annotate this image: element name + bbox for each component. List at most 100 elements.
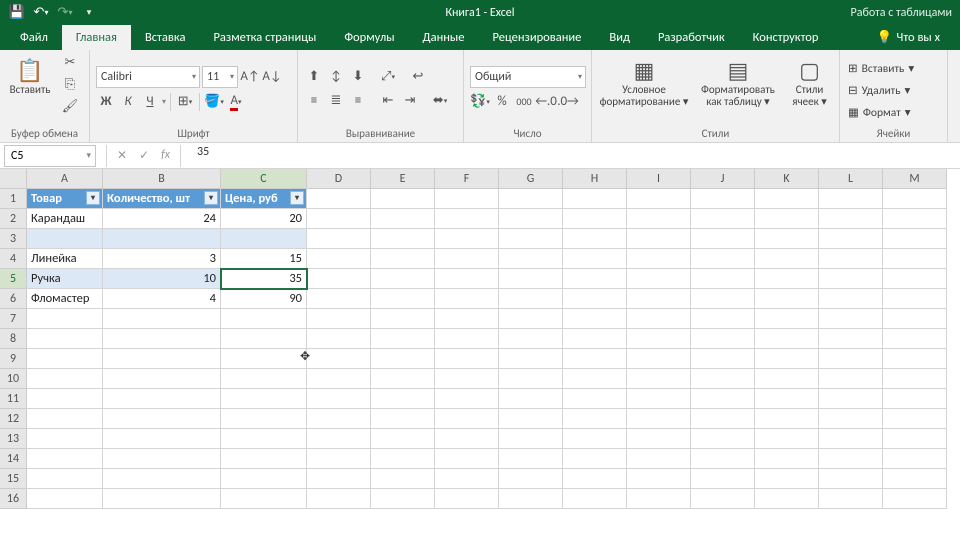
cell-H12[interactable] <box>563 409 627 429</box>
cell-D14[interactable] <box>307 449 371 469</box>
cell-J14[interactable] <box>691 449 755 469</box>
cell-B10[interactable] <box>103 369 221 389</box>
align-left-icon[interactable]: ≡ <box>304 91 324 111</box>
orientation-icon[interactable]: ⤢▾ <box>378 67 398 87</box>
cell-B12[interactable] <box>103 409 221 429</box>
cell-G3[interactable] <box>499 229 563 249</box>
align-bottom-icon[interactable]: ⬇ <box>348 67 368 87</box>
bold-button[interactable]: Ж <box>96 92 116 112</box>
cell-F15[interactable] <box>435 469 499 489</box>
cell-F9[interactable] <box>435 349 499 369</box>
cell-G12[interactable] <box>499 409 563 429</box>
cell-B8[interactable] <box>103 329 221 349</box>
cell-J1[interactable] <box>691 189 755 209</box>
cell-G7[interactable] <box>499 309 563 329</box>
cell-A2[interactable]: Карандаш <box>27 209 103 229</box>
cell-G10[interactable] <box>499 369 563 389</box>
row-header-16[interactable]: 16 <box>0 489 27 509</box>
cell-C6[interactable]: 90 <box>221 289 307 309</box>
align-center-icon[interactable]: ≣ <box>326 91 346 111</box>
cell-M7[interactable] <box>883 309 947 329</box>
cell-D3[interactable] <box>307 229 371 249</box>
cell-I8[interactable] <box>627 329 691 349</box>
cell-J7[interactable] <box>691 309 755 329</box>
cell-K13[interactable] <box>755 429 819 449</box>
row-header-15[interactable]: 15 <box>0 469 27 489</box>
cell-A8[interactable] <box>27 329 103 349</box>
row-header-11[interactable]: 11 <box>0 389 27 409</box>
spreadsheet-grid[interactable]: ABCDEFGHIJKLM 12345678910111213141516 То… <box>0 169 960 540</box>
tab-page-layout[interactable]: Разметка страницы <box>199 25 330 50</box>
tab-design[interactable]: Конструктор <box>739 25 833 50</box>
cell-G6[interactable] <box>499 289 563 309</box>
tab-view[interactable]: Вид <box>595 25 644 50</box>
cell-E11[interactable] <box>371 389 435 409</box>
cell-E9[interactable] <box>371 349 435 369</box>
row-header-9[interactable]: 9 <box>0 349 27 369</box>
cell-C10[interactable] <box>221 369 307 389</box>
format-cells-button[interactable]: ▦Формат ▾ <box>846 103 913 123</box>
cell-F3[interactable] <box>435 229 499 249</box>
cell-J6[interactable] <box>691 289 755 309</box>
filter-dropdown-icon[interactable]: ▾ <box>86 191 100 205</box>
cell-J9[interactable] <box>691 349 755 369</box>
decrease-decimal-icon[interactable]: .0→ <box>558 92 578 112</box>
cell-E7[interactable] <box>371 309 435 329</box>
undo-icon[interactable]: ↶▾ <box>30 2 52 24</box>
font-name-select[interactable]: Calibri <box>96 66 200 88</box>
cell-F8[interactable] <box>435 329 499 349</box>
col-header-F[interactable]: F <box>435 169 499 189</box>
tab-developer[interactable]: Разработчик <box>644 25 739 50</box>
cell-B3[interactable] <box>103 229 221 249</box>
cell-H8[interactable] <box>563 329 627 349</box>
cell-E16[interactable] <box>371 489 435 509</box>
cell-F14[interactable] <box>435 449 499 469</box>
cell-K15[interactable] <box>755 469 819 489</box>
comma-icon[interactable]: 000 <box>514 92 534 112</box>
cell-I16[interactable] <box>627 489 691 509</box>
cell-A13[interactable] <box>27 429 103 449</box>
row-header-13[interactable]: 13 <box>0 429 27 449</box>
cell-I10[interactable] <box>627 369 691 389</box>
cancel-icon[interactable]: ✕ <box>117 148 127 163</box>
paste-button[interactable]: 📋 Вставить <box>6 52 54 100</box>
cell-H1[interactable] <box>563 189 627 209</box>
row-header-4[interactable]: 4 <box>0 249 27 269</box>
save-icon[interactable]: 💾 <box>6 2 28 24</box>
cell-E2[interactable] <box>371 209 435 229</box>
cell-D1[interactable] <box>307 189 371 209</box>
col-header-J[interactable]: J <box>691 169 755 189</box>
cell-E6[interactable] <box>371 289 435 309</box>
cell-E5[interactable] <box>371 269 435 289</box>
cell-E8[interactable] <box>371 329 435 349</box>
cell-J8[interactable] <box>691 329 755 349</box>
conditional-formatting-button[interactable]: ▦ Условное форматирование ▾ <box>598 52 690 112</box>
increase-decimal-icon[interactable]: ←.0 <box>536 92 556 112</box>
cell-L1[interactable] <box>819 189 883 209</box>
cell-H14[interactable] <box>563 449 627 469</box>
cell-K10[interactable] <box>755 369 819 389</box>
cell-D5[interactable] <box>307 269 371 289</box>
col-header-H[interactable]: H <box>563 169 627 189</box>
cell-A1[interactable]: Товар▾ <box>27 189 103 209</box>
cell-I14[interactable] <box>627 449 691 469</box>
cell-I13[interactable] <box>627 429 691 449</box>
cell-F7[interactable] <box>435 309 499 329</box>
redo-icon[interactable]: ↷▾ <box>54 2 76 24</box>
cell-H16[interactable] <box>563 489 627 509</box>
cell-B5[interactable]: 10 <box>103 269 221 289</box>
underline-button[interactable]: Ч <box>140 92 160 112</box>
tab-formulas[interactable]: Формулы <box>330 25 408 50</box>
cell-D11[interactable] <box>307 389 371 409</box>
cell-I3[interactable] <box>627 229 691 249</box>
cell-F6[interactable] <box>435 289 499 309</box>
col-header-G[interactable]: G <box>499 169 563 189</box>
cell-K5[interactable] <box>755 269 819 289</box>
cell-M2[interactable] <box>883 209 947 229</box>
cell-M10[interactable] <box>883 369 947 389</box>
cell-H2[interactable] <box>563 209 627 229</box>
fx-icon[interactable]: fх <box>161 148 170 163</box>
cell-D10[interactable] <box>307 369 371 389</box>
col-header-L[interactable]: L <box>819 169 883 189</box>
cell-H13[interactable] <box>563 429 627 449</box>
